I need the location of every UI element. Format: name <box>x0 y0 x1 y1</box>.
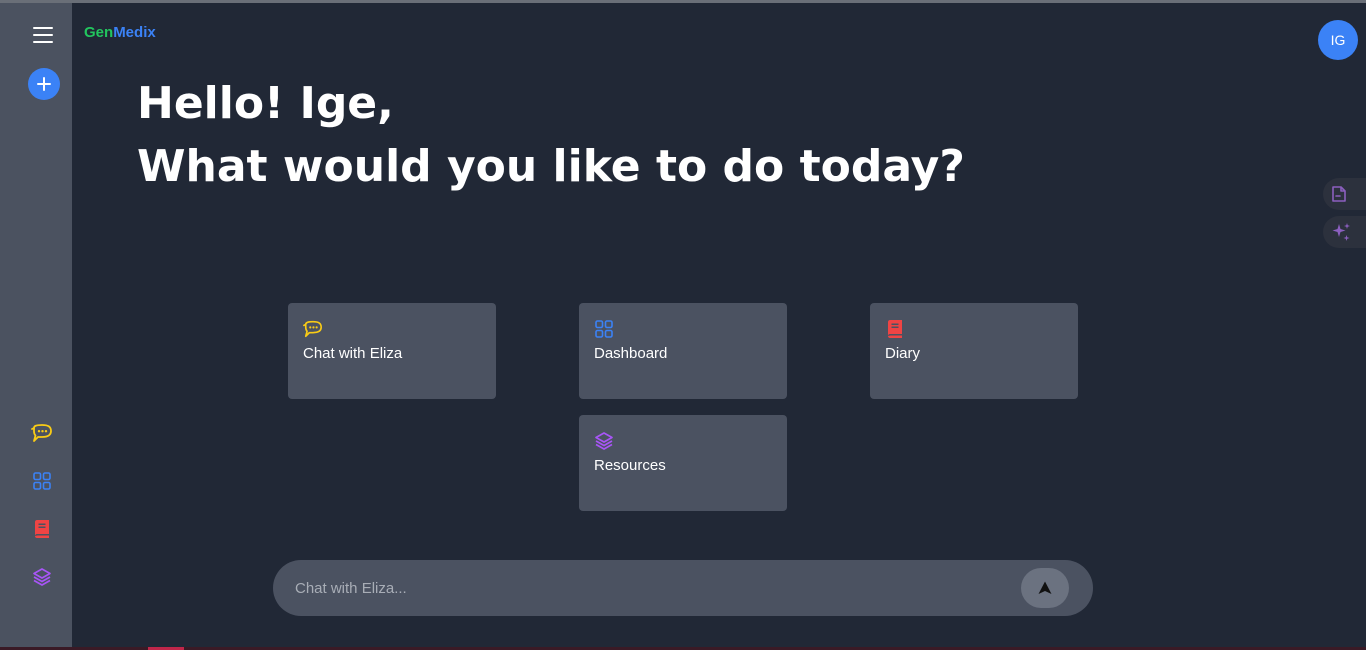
send-button[interactable] <box>1021 568 1069 608</box>
sidebar-item-chat[interactable] <box>30 421 54 445</box>
card-diary[interactable]: Diary <box>870 303 1078 399</box>
card-chat-with-eliza[interactable]: Chat with Eliza <box>288 303 496 399</box>
greeting-line-2: What would you like to do today? <box>137 141 965 192</box>
document-icon <box>1332 186 1346 202</box>
card-label: Resources <box>594 457 666 474</box>
layers-icon <box>33 568 51 586</box>
send-arrow-icon <box>1038 581 1052 594</box>
layers-icon <box>595 432 613 450</box>
ai-assist-button[interactable] <box>1323 216 1366 248</box>
page-greeting: Hello! Ige, What would you like to do to… <box>137 72 965 198</box>
card-resources[interactable]: Resources <box>579 415 787 511</box>
grid-icon <box>595 320 613 338</box>
sparkles-icon <box>1332 223 1350 241</box>
menu-icon-bar <box>33 34 53 36</box>
card-dashboard[interactable]: Dashboard <box>579 303 787 399</box>
sidebar-item-resources[interactable] <box>30 565 54 589</box>
card-icon-wrapper <box>594 319 614 339</box>
sidebar-item-diary[interactable] <box>30 517 54 541</box>
avatar-initials: IG <box>1330 32 1346 48</box>
user-avatar[interactable]: IG <box>1318 20 1358 60</box>
chat-input[interactable] <box>295 573 995 603</box>
card-icon-wrapper <box>885 319 905 339</box>
card-label: Dashboard <box>594 345 668 362</box>
card-label: Chat with Eliza <box>303 345 403 362</box>
card-icon-wrapper <box>594 431 614 451</box>
sidebar <box>0 3 72 647</box>
menu-toggle-button[interactable] <box>33 27 53 43</box>
logo-text-medix: Medix <box>113 24 156 41</box>
menu-icon-bar <box>33 41 53 43</box>
notes-panel-button[interactable] <box>1323 178 1366 210</box>
card-icon-wrapper <box>303 319 323 339</box>
grid-icon <box>33 472 51 490</box>
sidebar-item-dashboard[interactable] <box>30 469 54 493</box>
window-top-border <box>0 0 1366 3</box>
chat-bar <box>273 560 1093 616</box>
card-label: Diary <box>885 345 921 362</box>
chat-bubble-icon <box>31 424 52 442</box>
book-icon <box>888 320 902 338</box>
chat-bubble-icon <box>303 320 322 338</box>
plus-icon <box>37 77 51 91</box>
menu-icon-bar <box>33 27 53 29</box>
app-logo[interactable]: GenMedix <box>84 24 156 41</box>
greeting-line-1: Hello! Ige, <box>137 78 394 129</box>
new-chat-button[interactable] <box>28 68 60 100</box>
book-icon <box>35 520 49 538</box>
logo-text-gen: Gen <box>84 24 114 41</box>
